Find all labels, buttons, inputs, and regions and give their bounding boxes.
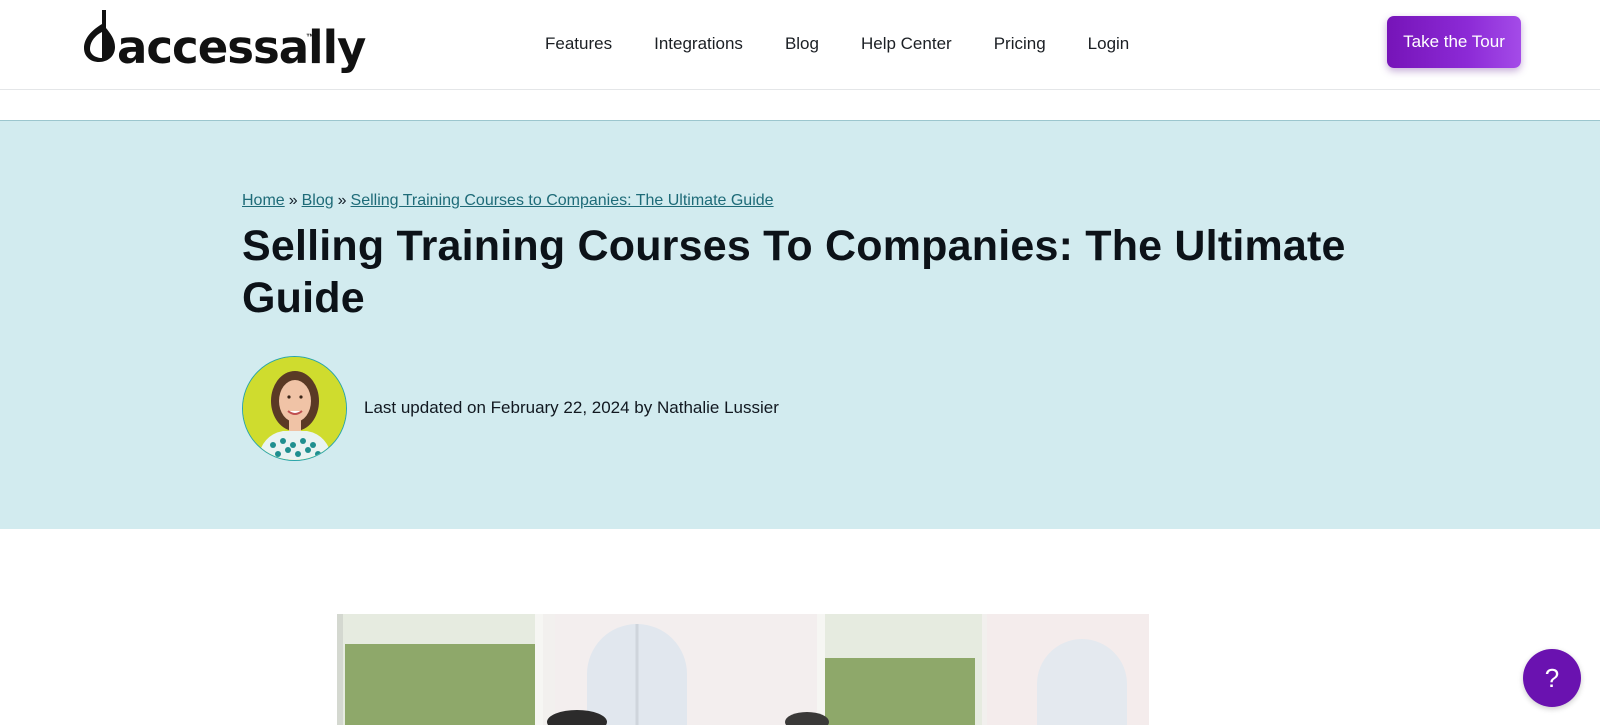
- nav-login[interactable]: Login: [1088, 34, 1130, 54]
- accessally-logo-mark-icon: [84, 10, 115, 62]
- main-nav: Features Integrations Blog Help Center P…: [545, 34, 1129, 54]
- nav-integrations[interactable]: Integrations: [654, 34, 743, 54]
- take-the-tour-button[interactable]: Take the Tour: [1387, 16, 1521, 68]
- question-icon: ?: [1544, 662, 1560, 693]
- breadcrumb: Home» Blog» Selling Training Courses to Co…: [242, 192, 774, 210]
- page-title: Selling Training Courses To Companies: T…: [242, 222, 1346, 322]
- breadcrumb-home-link[interactable]: Home: [242, 192, 285, 209]
- nav-help-center[interactable]: Help Center: [861, 34, 952, 54]
- logo-wordmark: accessally: [117, 21, 366, 74]
- help-chat-button[interactable]: ?: [1523, 649, 1581, 707]
- accessally-logo[interactable]: accessally: [80, 8, 366, 78]
- nav-features[interactable]: Features: [545, 34, 612, 54]
- author-portrait-image: [243, 357, 346, 460]
- article-hero: Home» Blog» Selling Training Courses to Co…: [0, 121, 1600, 529]
- breadcrumb-separator: »: [337, 192, 347, 209]
- breadcrumb-separator: »: [288, 192, 298, 209]
- nav-pricing[interactable]: Pricing: [994, 34, 1046, 54]
- breadcrumb-blog-link[interactable]: Blog: [302, 192, 334, 209]
- trademark-symbol: ™: [306, 32, 315, 42]
- author-avatar: [242, 356, 347, 461]
- breadcrumb-current-link[interactable]: Selling Training Courses to Companies: T…: [351, 192, 774, 209]
- featured-photo: [337, 614, 1149, 725]
- nav-blog[interactable]: Blog: [785, 34, 819, 54]
- featured-image: [337, 614, 1149, 725]
- site-header: accessally ™ Features Integrations Blog …: [0, 0, 1600, 90]
- header-spacer: [0, 90, 1600, 121]
- article-meta: Last updated on February 22, 2024 by Nat…: [364, 398, 779, 417]
